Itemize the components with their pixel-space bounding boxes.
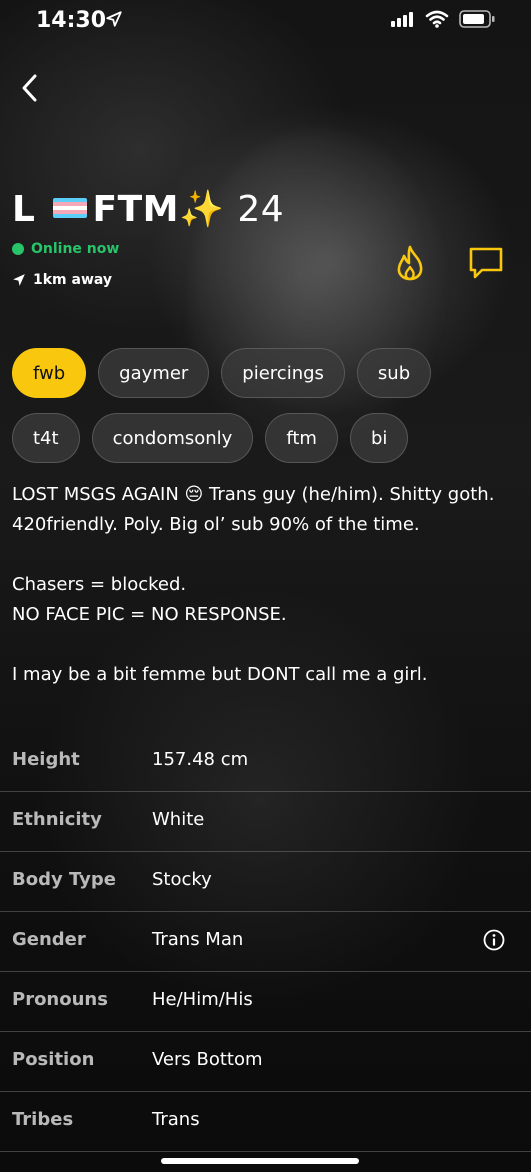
status-time: 14:30 <box>36 8 107 33</box>
detail-label: Ethnicity <box>12 809 102 830</box>
tag-piercings[interactable]: piercings <box>221 348 345 398</box>
chevron-left-icon <box>22 74 37 102</box>
bio-paragraph: NO FACE PIC = NO RESPONSE. <box>12 604 287 625</box>
detail-value: White <box>152 809 205 830</box>
info-icon[interactable] <box>483 929 505 951</box>
distance-info: 1km away <box>12 272 112 288</box>
profile-photo-background <box>190 130 450 460</box>
detail-value: Trans Man <box>152 929 244 950</box>
display-name: L <box>12 189 36 230</box>
profile-details: Height 157.48 cm Ethnicity White Body Ty… <box>0 732 531 1152</box>
detail-row-body-type: Body Type Stocky <box>0 852 531 912</box>
detail-value: Vers Bottom <box>152 1049 263 1070</box>
wifi-icon <box>425 10 449 28</box>
online-status: Online now <box>12 241 119 257</box>
flame-icon <box>397 245 423 281</box>
detail-label: Gender <box>12 929 86 950</box>
tag-condomsonly[interactable]: condomsonly <box>91 413 254 463</box>
detail-row-pronouns: Pronouns He/Him/His <box>0 972 531 1032</box>
detail-row-gender: Gender Trans Man <box>0 912 531 972</box>
profile-title: L FTM✨ 24 <box>12 188 284 230</box>
profile-bio: LOST MSGS AGAIN 😔 Trans guy (he/him). Sh… <box>12 480 517 690</box>
detail-value: He/Him/His <box>152 989 253 1010</box>
battery-icon <box>459 10 495 28</box>
tag-fwb[interactable]: fwb <box>12 348 87 398</box>
detail-label: Body Type <box>12 869 116 890</box>
detail-value: 157.48 cm <box>152 749 249 770</box>
home-indicator[interactable] <box>161 1158 359 1164</box>
tags-row-2: t4t condomsonly ftm bi <box>12 413 409 463</box>
online-dot-icon <box>12 243 24 255</box>
bio-paragraph: LOST MSGS AGAIN 😔 Trans guy (he/him). Sh… <box>12 484 495 535</box>
chat-bubble-icon <box>469 247 503 279</box>
tags-row-1: fwb gaymer piercings sub <box>12 348 432 398</box>
detail-label: Height <box>12 749 80 770</box>
bio-paragraph: I may be a bit femme but DONT call me a … <box>12 664 428 685</box>
detail-label: Pronouns <box>12 989 108 1010</box>
tag-bi[interactable]: bi <box>349 413 409 463</box>
tap-flame-button[interactable] <box>390 243 430 283</box>
location-arrow-icon <box>13 274 25 286</box>
status-bar: 14:30 <box>0 0 531 44</box>
detail-label: Tribes <box>12 1109 74 1130</box>
detail-row-tribes: Tribes Trans <box>0 1092 531 1152</box>
detail-value: Trans <box>152 1109 200 1130</box>
online-status-text: Online now <box>31 241 120 257</box>
profile-screen: 14:30 L FTM✨ 24 Online now 1km away fwb … <box>0 0 531 1172</box>
detail-row-ethnicity: Ethnicity White <box>0 792 531 852</box>
detail-value: Stocky <box>152 869 212 890</box>
distance-text: 1km away <box>33 272 113 288</box>
detail-row-position: Position Vers Bottom <box>0 1032 531 1092</box>
bio-paragraph: Chasers = blocked. <box>12 574 187 595</box>
status-icons <box>391 10 495 28</box>
detail-label: Position <box>12 1049 95 1070</box>
tag-t4t[interactable]: t4t <box>12 413 80 463</box>
display-name-suffix: FTM <box>92 189 179 230</box>
back-button[interactable] <box>12 70 48 106</box>
tag-ftm[interactable]: ftm <box>265 413 338 463</box>
location-arrow-icon <box>106 11 122 27</box>
sparkle-emoji: ✨ <box>178 189 225 230</box>
profile-age: 24 <box>237 189 285 230</box>
chat-button[interactable] <box>466 243 506 283</box>
cellular-signal-icon <box>391 12 413 27</box>
transgender-flag-icon <box>52 198 87 218</box>
tag-sub[interactable]: sub <box>356 348 432 398</box>
detail-row-height: Height 157.48 cm <box>0 732 531 792</box>
tag-gaymer[interactable]: gaymer <box>98 348 210 398</box>
